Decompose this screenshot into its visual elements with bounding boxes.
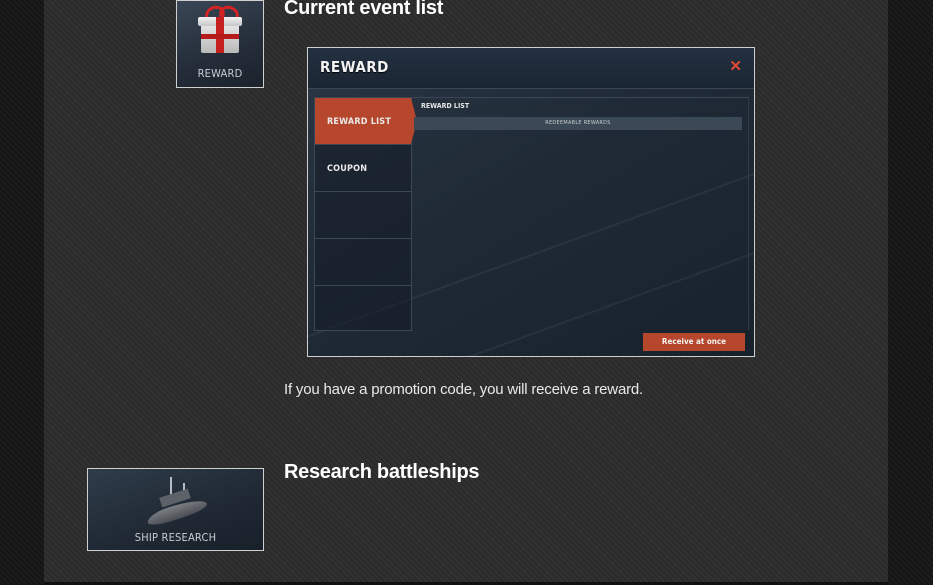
menu-item-reward-list[interactable]: REWARD LIST	[315, 98, 417, 145]
reward-window-titlebar: REWARD ✕	[308, 48, 754, 89]
close-icon[interactable]: ✕	[729, 57, 742, 75]
receive-at-once-button[interactable]: Receive at once	[643, 333, 745, 351]
menu-item-label: COUPON	[327, 164, 368, 174]
left-backdrop	[0, 0, 44, 585]
menu-item-coupon[interactable]: COUPON	[315, 145, 411, 192]
menu-item-empty	[315, 239, 411, 286]
current-event-heading: Current event list	[284, 0, 444, 19]
promotion-code-description: If you have a promotion code, you will r…	[284, 381, 643, 398]
reward-tile: REWARD	[176, 0, 264, 88]
menu-item-empty	[315, 286, 411, 332]
reward-list-panel	[410, 97, 749, 330]
ship-research-tile-label: SHIP RESEARCH	[134, 531, 217, 544]
reward-menu: REWARD LIST COUPON	[314, 97, 417, 332]
redeemable-rewards-row[interactable]: REDEEMABLE REWARDS	[414, 117, 742, 130]
reward-window-screenshot: REWARD ✕ REWARD LIST COUPON REWARD LIST …	[307, 47, 755, 357]
menu-item-label: REWARD LIST	[327, 117, 392, 127]
right-backdrop	[888, 0, 933, 585]
reward-tile-label: REWARD	[197, 67, 243, 80]
reward-window-title: REWARD	[320, 58, 389, 76]
ship-research-tile: SHIP RESEARCH	[87, 468, 264, 551]
gift-icon-ribbon-band	[201, 34, 239, 39]
reward-list-label: REWARD LIST	[421, 102, 470, 110]
menu-item-empty	[315, 192, 411, 239]
research-battleships-heading: Research battleships	[284, 461, 480, 483]
